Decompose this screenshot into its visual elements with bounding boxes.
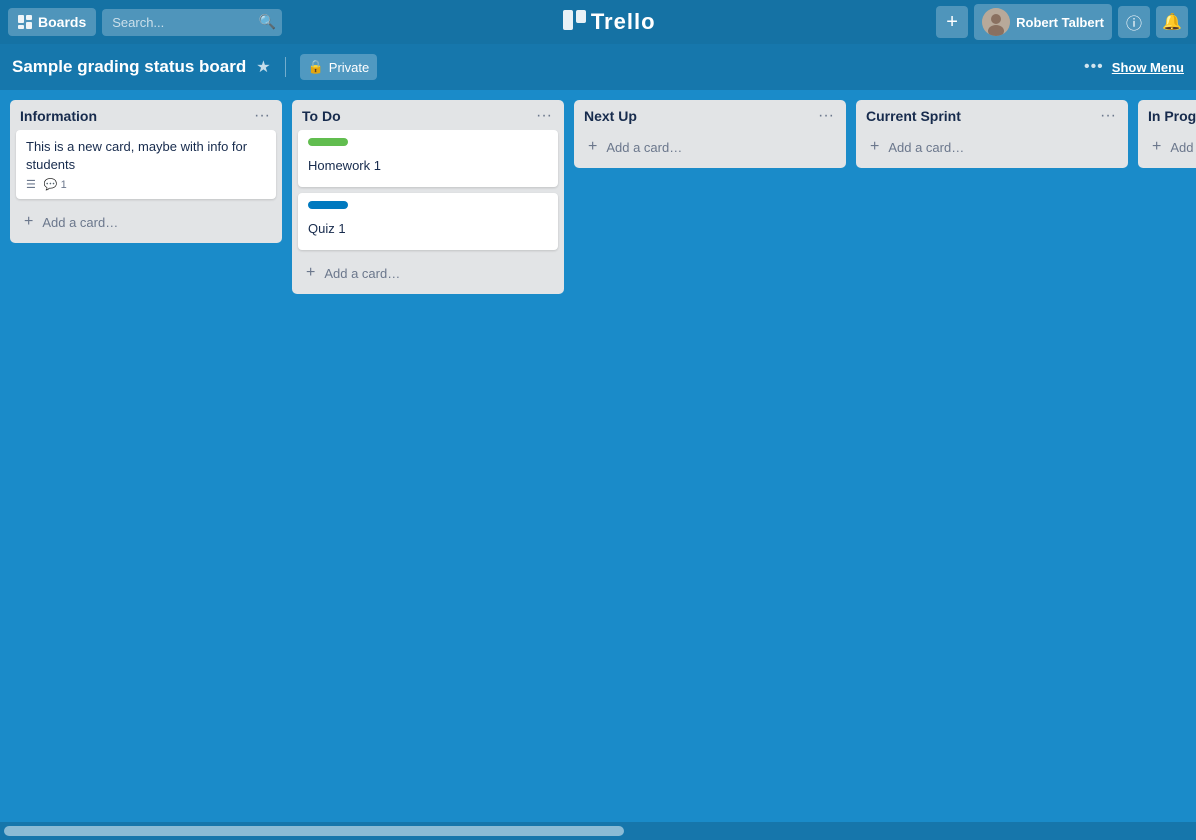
board-header: Sample grading status board ★ 🔒 Private …	[0, 44, 1196, 90]
list-header-information: Information···	[10, 100, 282, 130]
list-header-next-up: Next Up···	[574, 100, 846, 130]
card-description-icon-card-info-1: ☰	[26, 178, 36, 191]
list-menu-btn-current-sprint[interactable]: ···	[1098, 108, 1118, 124]
privacy-button[interactable]: 🔒 Private	[300, 54, 378, 80]
search-container: 🔍	[102, 9, 282, 36]
info-button[interactable]: ⓘ	[1118, 6, 1150, 38]
horizontal-scrollbar[interactable]	[0, 822, 1196, 840]
add-card-btn-to-do[interactable]: +Add a card…	[298, 258, 558, 288]
list-title-next-up: Next Up	[584, 108, 816, 124]
list-information: Information··· This is a new card, maybe …	[10, 100, 282, 243]
list-in-progress: In Progress···+Add a card…	[1138, 100, 1196, 168]
list-cards-information: This is a new card, maybe with info for …	[10, 130, 282, 205]
list-title-in-progress: In Progress	[1148, 108, 1196, 124]
card-label-card-todo-1	[308, 138, 348, 146]
notifications-button[interactable]: 🔔	[1156, 6, 1188, 38]
list-cards-to-do: Homework 1 Quiz 1	[292, 130, 564, 256]
add-card-btn-next-up[interactable]: +Add a card…	[580, 132, 840, 162]
list-header-in-progress: In Progress···	[1138, 100, 1196, 130]
user-menu-button[interactable]: Robert Talbert	[974, 4, 1112, 40]
list-title-to-do: To Do	[302, 108, 534, 124]
list-header-to-do: To Do···	[292, 100, 564, 130]
bell-icon: 🔔	[1162, 12, 1182, 32]
search-icon-btn[interactable]: 🔍	[259, 14, 276, 31]
add-icon: +	[946, 11, 958, 34]
list-next-up: Next Up···+Add a card…	[574, 100, 846, 168]
user-name: Robert Talbert	[1016, 15, 1104, 30]
scrollbar-thumb	[4, 826, 624, 836]
card-card-todo-2[interactable]: Quiz 1	[298, 193, 558, 250]
card-comment-card-info-1: 💬 1	[44, 178, 67, 191]
show-menu-area: ••• Show Menu	[1080, 58, 1184, 76]
avatar-image	[982, 8, 1010, 36]
card-title-card-info-1: This is a new card, maybe with info for …	[26, 138, 266, 174]
trello-icon-svg	[563, 10, 587, 30]
privacy-label: Private	[329, 60, 369, 75]
header-divider	[285, 57, 286, 77]
list-menu-btn-information[interactable]: ···	[252, 108, 272, 124]
boards-icon	[18, 15, 32, 29]
show-menu-button[interactable]: Show Menu	[1112, 60, 1184, 75]
card-card-todo-1[interactable]: Homework 1	[298, 130, 558, 187]
board-content: Information···This is a new card, maybe …	[0, 90, 1196, 822]
star-icon: ★	[256, 59, 270, 76]
list-menu-btn-next-up[interactable]: ···	[816, 108, 836, 124]
trello-logo: Trello	[288, 9, 930, 35]
list-title-current-sprint: Current Sprint	[866, 108, 1098, 124]
trello-wordmark: Trello	[591, 9, 656, 35]
lock-icon: 🔒	[308, 59, 324, 75]
search-icon: 🔍	[259, 14, 276, 30]
add-card-btn-current-sprint[interactable]: +Add a card…	[862, 132, 1122, 162]
board-title[interactable]: Sample grading status board	[12, 57, 246, 77]
card-meta-card-info-1: ☰ 💬 1	[26, 178, 266, 191]
info-icon: ⓘ	[1126, 10, 1142, 34]
list-menu-btn-to-do[interactable]: ···	[534, 108, 554, 124]
trello-logo-icon	[563, 10, 587, 35]
add-button[interactable]: +	[936, 6, 968, 38]
avatar	[982, 8, 1010, 36]
add-card-btn-in-progress[interactable]: +Add a card…	[1144, 132, 1196, 162]
boards-button[interactable]: Boards	[8, 8, 96, 36]
top-navigation: Boards 🔍 Trello +	[0, 0, 1196, 44]
list-title-information: Information	[20, 108, 252, 124]
star-button[interactable]: ★	[256, 57, 270, 77]
menu-dots[interactable]: •••	[1080, 58, 1108, 76]
list-to-do: To Do··· Homework 1 Quiz 1 +Add a card…	[292, 100, 564, 294]
card-title-card-todo-2: Quiz 1	[308, 220, 548, 238]
card-title-card-todo-1: Homework 1	[308, 157, 548, 175]
right-nav: + Robert Talbert ⓘ 🔔	[936, 4, 1188, 40]
search-input[interactable]	[102, 9, 282, 36]
add-card-btn-information[interactable]: +Add a card…	[16, 207, 276, 237]
boards-label: Boards	[38, 14, 86, 30]
list-current-sprint: Current Sprint···+Add a card…	[856, 100, 1128, 168]
card-label-card-todo-2	[308, 201, 348, 209]
list-header-current-sprint: Current Sprint···	[856, 100, 1128, 130]
card-card-info-1[interactable]: This is a new card, maybe with info for …	[16, 130, 276, 199]
